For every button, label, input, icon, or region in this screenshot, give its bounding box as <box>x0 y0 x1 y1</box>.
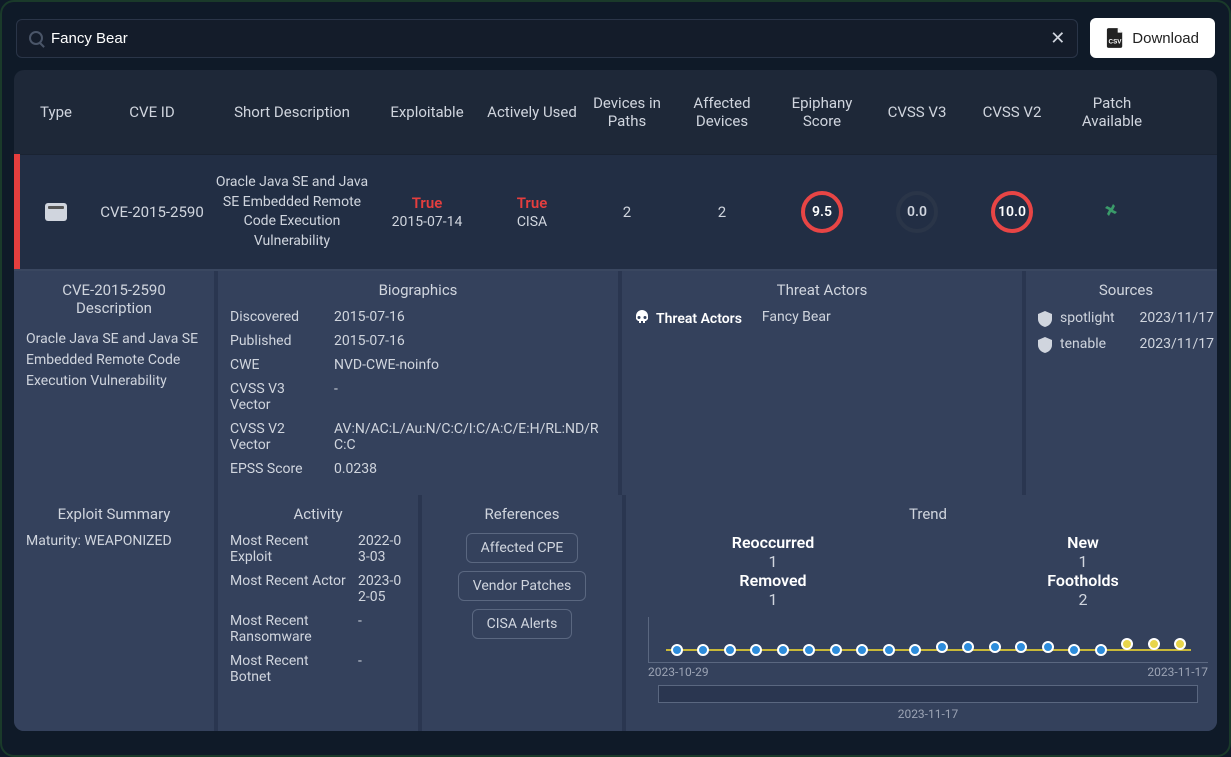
source-row: tenable 2023/11/17 <box>1038 335 1214 353</box>
biographics-header: Biographics <box>230 281 606 299</box>
activity-header: Activity <box>230 505 406 523</box>
exploit-summary-header: Exploit Summary <box>26 505 202 523</box>
col-affected[interactable]: Affected Devices <box>672 94 772 130</box>
cell-cve-id: CVE-2015-2590 <box>92 203 212 221</box>
col-devices-paths[interactable]: Devices in Paths <box>582 94 672 130</box>
threat-actors-label: Threat Actors <box>634 309 742 329</box>
description-header: CVE-2015-2590 Description <box>26 281 202 317</box>
col-cve[interactable]: CVE ID <box>92 103 212 121</box>
description-text: Oracle Java SE and Java SE Embedded Remo… <box>26 329 202 392</box>
cell-affected: 2 <box>672 203 772 221</box>
trend-brush[interactable] <box>658 685 1198 703</box>
col-actively-used[interactable]: Actively Used <box>482 103 582 121</box>
download-label: Download <box>1132 30 1199 47</box>
threat-actor-value: Fancy Bear <box>762 309 831 325</box>
references-card: References Affected CPE Vendor Patches C… <box>422 495 622 731</box>
cell-actively-used: True CISA <box>482 194 582 230</box>
new-label: New <box>948 533 1217 552</box>
vendor-patches-button[interactable]: Vendor Patches <box>458 571 587 601</box>
footholds-value: 2 <box>948 590 1217 609</box>
col-cvss2[interactable]: CVSS V2 <box>962 103 1062 121</box>
trend-brush-label: 2023-11-17 <box>638 707 1217 721</box>
threat-actors-header: Threat Actors <box>634 281 1010 299</box>
exploit-summary-card: Exploit Summary Maturity: WEAPONIZED <box>14 495 214 731</box>
description-card: CVE-2015-2590 Description Oracle Java SE… <box>14 271 214 495</box>
col-cvss3[interactable]: CVSS V3 <box>872 103 962 121</box>
epiphany-score-ring: 9.5 <box>801 191 843 233</box>
table-row[interactable]: CVE-2015-2590 Oracle Java SE and Java SE… <box>14 154 1217 269</box>
shield-icon <box>1038 337 1052 353</box>
trend-header: Trend <box>638 505 1217 523</box>
col-exploitable[interactable]: Exploitable <box>372 103 482 121</box>
patch-available-icon <box>1062 202 1162 222</box>
maturity-label: Maturity: WEAPONIZED <box>26 533 202 549</box>
cvss2-ring: 10.0 <box>991 191 1033 233</box>
col-patch[interactable]: Patch Available <box>1062 94 1162 130</box>
search-icon <box>29 31 43 45</box>
search-field[interactable]: ✕ <box>16 19 1078 58</box>
trend-chart[interactable] <box>648 617 1208 663</box>
references-header: References <box>434 505 610 523</box>
source-row: spotlight 2023/11/17 <box>1038 309 1214 327</box>
removed-value: 1 <box>638 590 908 609</box>
threat-actors-card: Threat Actors Threat Actors Fancy Bear <box>622 271 1022 495</box>
search-input[interactable] <box>51 30 1042 47</box>
cell-devices-paths: 2 <box>582 203 672 221</box>
sources-header: Sources <box>1038 281 1214 299</box>
cell-exploitable: True 2015-07-14 <box>372 194 482 230</box>
new-value: 1 <box>948 552 1217 571</box>
download-button[interactable]: CSV Download <box>1090 18 1215 58</box>
table-header: Type CVE ID Short Description Exploitabl… <box>14 70 1217 154</box>
skull-icon <box>634 309 650 329</box>
sources-card: Sources spotlight 2023/11/17 tenable 202… <box>1026 271 1217 495</box>
affected-cpe-button[interactable]: Affected CPE <box>466 533 579 563</box>
col-short-desc[interactable]: Short Description <box>212 103 372 121</box>
svg-text:CSV: CSV <box>1109 38 1123 45</box>
removed-label: Removed <box>638 571 908 590</box>
clear-search-button[interactable]: ✕ <box>1050 28 1065 49</box>
cell-short-desc: Oracle Java SE and Java SE Embedded Remo… <box>212 173 372 251</box>
cisa-alerts-button[interactable]: CISA Alerts <box>472 609 573 639</box>
trend-card: Trend Reoccurred 1 Removed 1 New 1 Footh… <box>626 495 1217 731</box>
col-type[interactable]: Type <box>20 103 92 121</box>
results-panel: Type CVE ID Short Description Exploitabl… <box>14 70 1217 731</box>
shield-icon <box>1038 311 1052 327</box>
reoccurred-label: Reoccurred <box>638 533 908 552</box>
activity-card: Activity Most Recent Exploit2022-03-03 M… <box>218 495 418 731</box>
type-icon <box>45 203 67 221</box>
trend-x-start: 2023-10-29 <box>648 665 709 679</box>
trend-x-end: 2023-11-17 <box>1147 665 1208 679</box>
col-epiphany[interactable]: Epiphany Score <box>772 94 872 130</box>
biographics-card: Biographics Discovered2015-07-16 Publish… <box>218 271 618 495</box>
row-selected-indicator <box>14 154 20 269</box>
csv-icon: CSV <box>1106 28 1124 48</box>
cvss3-ring: 0.0 <box>896 191 938 233</box>
footholds-label: Footholds <box>948 571 1217 590</box>
reoccurred-value: 1 <box>638 552 908 571</box>
